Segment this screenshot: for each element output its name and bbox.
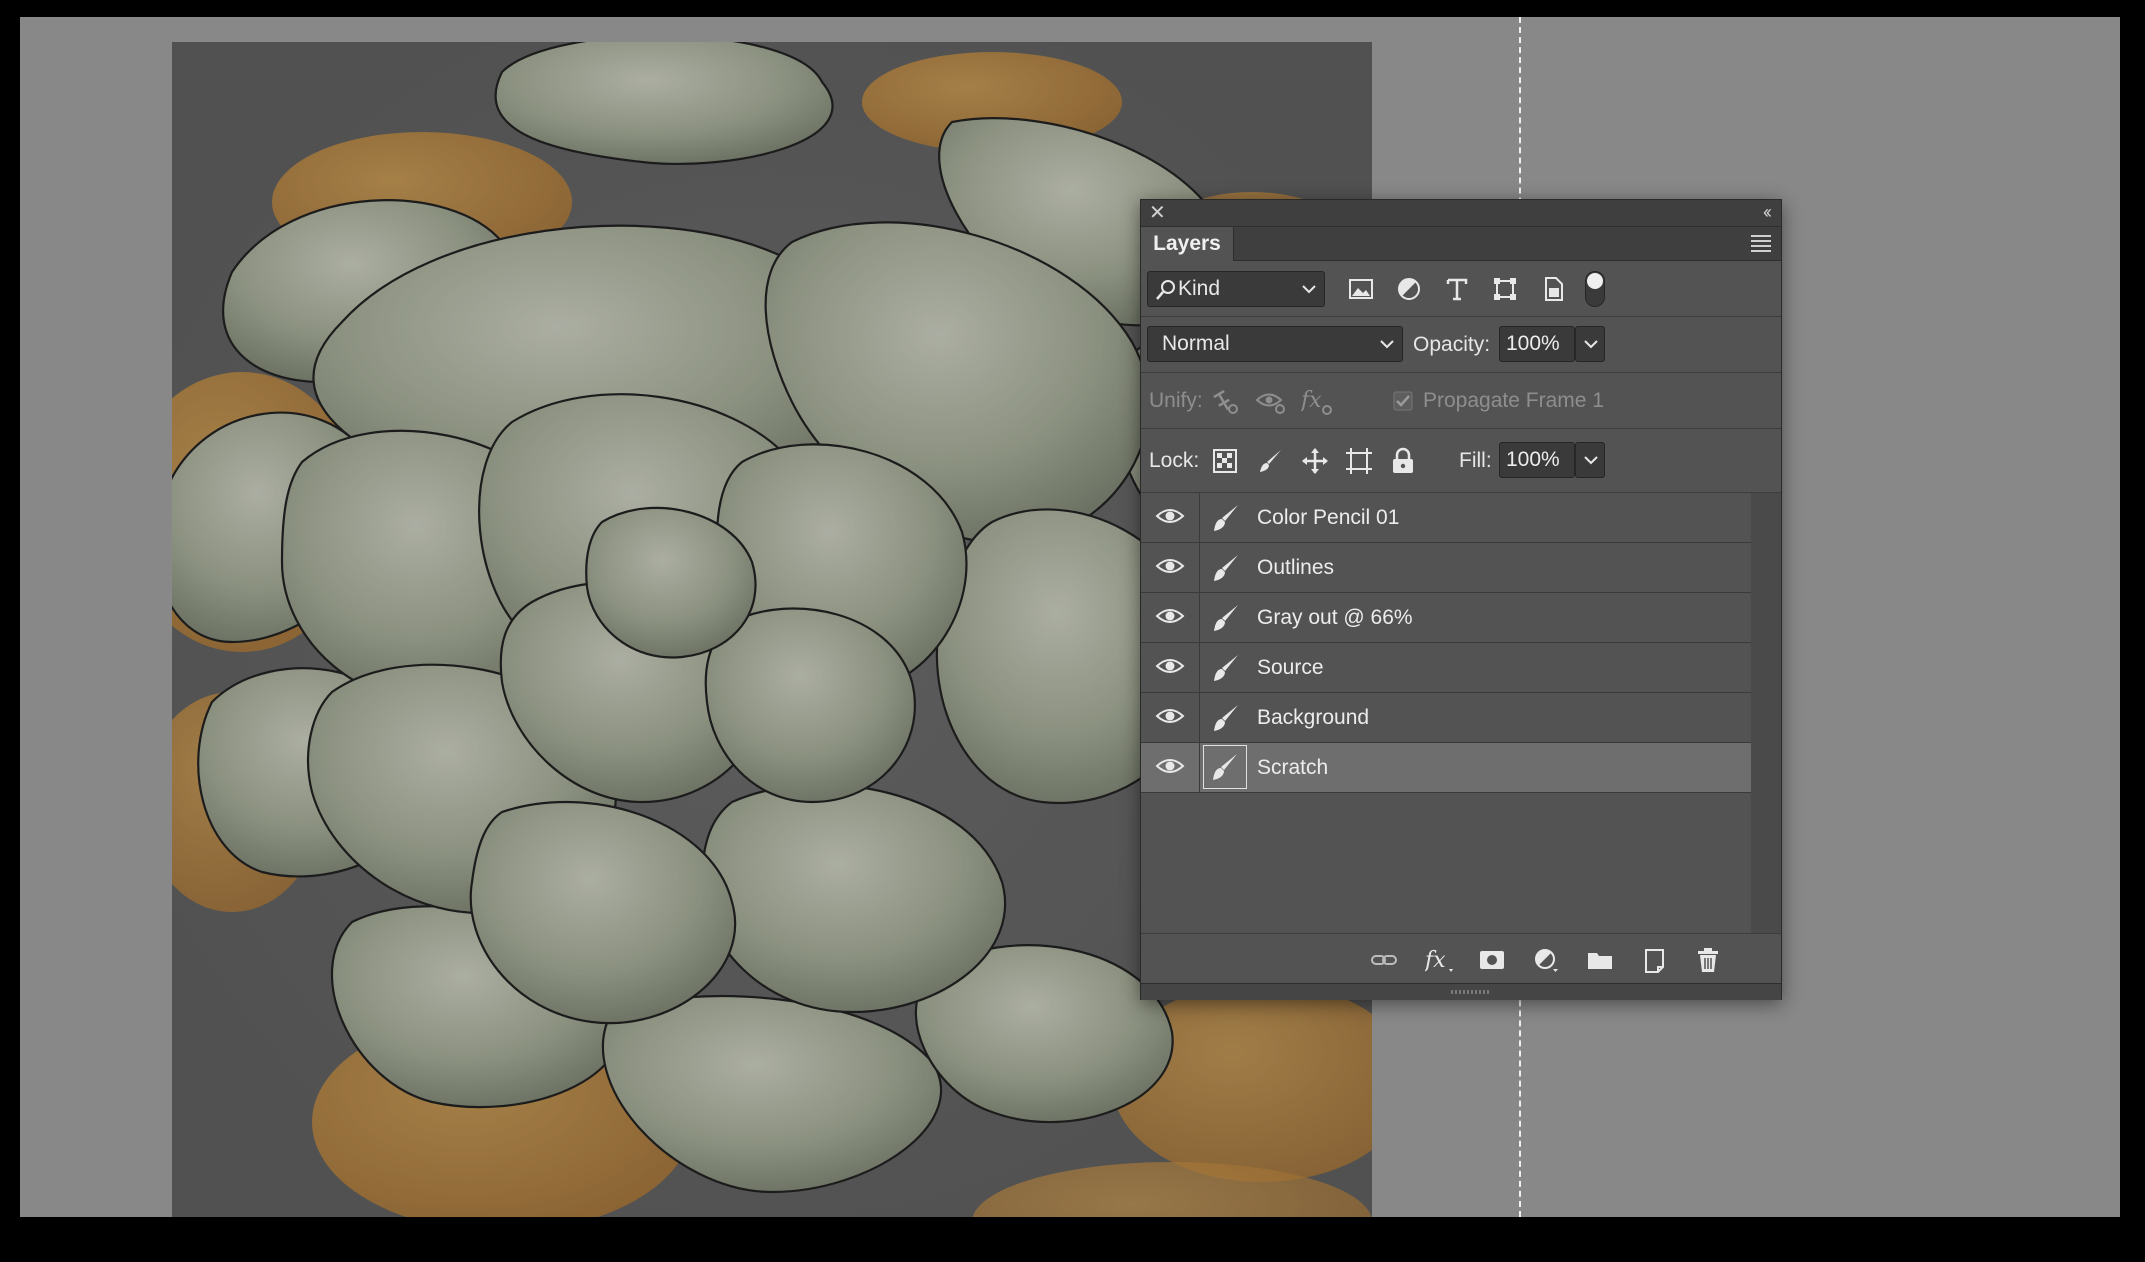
fx-icon[interactable]: fx	[1425, 947, 1455, 973]
folder-icon[interactable]	[1587, 947, 1613, 973]
brush-icon	[1214, 505, 1238, 531]
new-layer-icon[interactable]	[1641, 947, 1667, 973]
canvas-workspace[interactable]	[20, 17, 2120, 1217]
layer-row-scratch[interactable]: Scratch	[1141, 743, 1751, 793]
eye-icon[interactable]	[1155, 655, 1185, 677]
lock-label: Lock:	[1149, 449, 1200, 472]
layer-row-source[interactable]: Source	[1141, 643, 1751, 693]
type-filter-icon[interactable]	[1444, 276, 1470, 302]
svg-text:fx: fx	[1425, 948, 1446, 973]
layers-panel: ✕ ‹‹ Layers Kind Normal Opacity: 100% Un…	[1140, 199, 1782, 1000]
layers-scrollbar[interactable]	[1751, 493, 1781, 933]
unify-visibility-icon[interactable]	[1255, 389, 1287, 415]
filter-row: Kind	[1141, 261, 1781, 317]
link-layers-icon[interactable]	[1371, 947, 1397, 973]
unify-position-icon[interactable]	[1211, 389, 1241, 415]
blend-mode-dropdown[interactable]: Normal	[1147, 326, 1403, 362]
panel-tab-row: Layers	[1141, 227, 1781, 261]
brush-icon	[1214, 705, 1238, 731]
layer-row-color-pencil-01[interactable]: Color Pencil 01	[1141, 493, 1751, 543]
filter-kind-dropdown[interactable]: Kind	[1147, 271, 1325, 307]
lock-position-icon[interactable]	[1301, 447, 1329, 475]
opacity-dropdown-button[interactable]	[1575, 326, 1605, 362]
eye-icon[interactable]	[1155, 505, 1185, 527]
tab-layers[interactable]: Layers	[1141, 227, 1234, 261]
lock-image-pixels-icon[interactable]	[1257, 447, 1285, 475]
chevron-down-icon	[1302, 285, 1316, 294]
panel-title-bar[interactable]: ✕ ‹‹	[1141, 200, 1781, 227]
unify-style-icon[interactable]: fx	[1301, 387, 1335, 417]
layer-name: Color Pencil 01	[1257, 506, 1400, 529]
adjustment-filter-icon[interactable]	[1396, 276, 1422, 302]
fill-label: Fill:	[1459, 449, 1492, 472]
layer-name: Outlines	[1257, 556, 1335, 579]
panel-menu-icon[interactable]	[1751, 235, 1771, 253]
lock-artboard-icon[interactable]	[1345, 447, 1373, 475]
layer-row-background[interactable]: Background	[1141, 693, 1751, 743]
blend-row: Normal Opacity: 100%	[1141, 317, 1781, 373]
filter-kind-label: Kind	[1178, 277, 1221, 300]
eye-icon[interactable]	[1155, 555, 1185, 577]
fill-dropdown-button[interactable]	[1575, 442, 1605, 478]
opacity-label: Opacity:	[1413, 333, 1491, 356]
layer-name: Scratch	[1257, 756, 1329, 779]
propagate-label: Propagate Frame 1	[1423, 389, 1604, 412]
smart-object-filter-icon[interactable]	[1540, 276, 1566, 302]
image-filter-icon[interactable]	[1348, 276, 1374, 302]
layer-name: Gray out @ 66%	[1257, 606, 1413, 629]
blend-mode-value: Normal	[1162, 332, 1230, 355]
lock-row: Lock: Fill: 100%	[1141, 429, 1781, 493]
eye-icon[interactable]	[1155, 705, 1185, 727]
collapse-panel-button[interactable]: ‹‹	[1763, 200, 1772, 224]
lock-transparent-pixels-icon[interactable]	[1213, 449, 1237, 473]
fill-input[interactable]: 100%	[1499, 442, 1575, 478]
new-adjustment-layer-icon[interactable]	[1533, 947, 1559, 973]
panel-resize-grip[interactable]	[1141, 983, 1781, 1000]
layer-thumbnail-selected	[1203, 745, 1247, 789]
brush-icon	[1214, 555, 1238, 581]
trash-icon[interactable]	[1695, 947, 1721, 973]
opacity-input[interactable]: 100%	[1499, 326, 1575, 362]
svg-text:fx: fx	[1301, 388, 1322, 413]
add-mask-icon[interactable]	[1479, 947, 1505, 973]
brush-icon	[1213, 754, 1237, 780]
unify-label: Unify:	[1149, 389, 1203, 412]
panel-footer: fx	[1141, 933, 1781, 984]
layer-row-outlines[interactable]: Outlines	[1141, 543, 1751, 593]
search-icon	[1156, 280, 1175, 300]
eye-icon[interactable]	[1155, 755, 1185, 777]
layer-row-gray-out[interactable]: Gray out @ 66%	[1141, 593, 1751, 643]
lock-all-icon[interactable]	[1391, 447, 1415, 475]
close-panel-button[interactable]: ✕	[1149, 200, 1166, 226]
chevron-down-icon	[1380, 340, 1394, 349]
shape-filter-icon[interactable]	[1492, 276, 1518, 302]
chevron-down-icon	[1584, 456, 1598, 465]
propagate-checkbox[interactable]	[1393, 391, 1413, 411]
layers-list: Color Pencil 01 Outlines Gray out @ 66% …	[1141, 493, 1751, 933]
unify-row: Unify: fx Propagate Frame 1	[1141, 373, 1781, 429]
layer-name: Source	[1257, 656, 1324, 679]
layer-name: Background	[1257, 706, 1370, 729]
chevron-down-icon	[1584, 340, 1598, 349]
eye-icon[interactable]	[1155, 605, 1185, 627]
brush-icon	[1214, 655, 1238, 681]
brush-icon	[1214, 605, 1238, 631]
filter-toggle-switch[interactable]	[1585, 271, 1605, 307]
